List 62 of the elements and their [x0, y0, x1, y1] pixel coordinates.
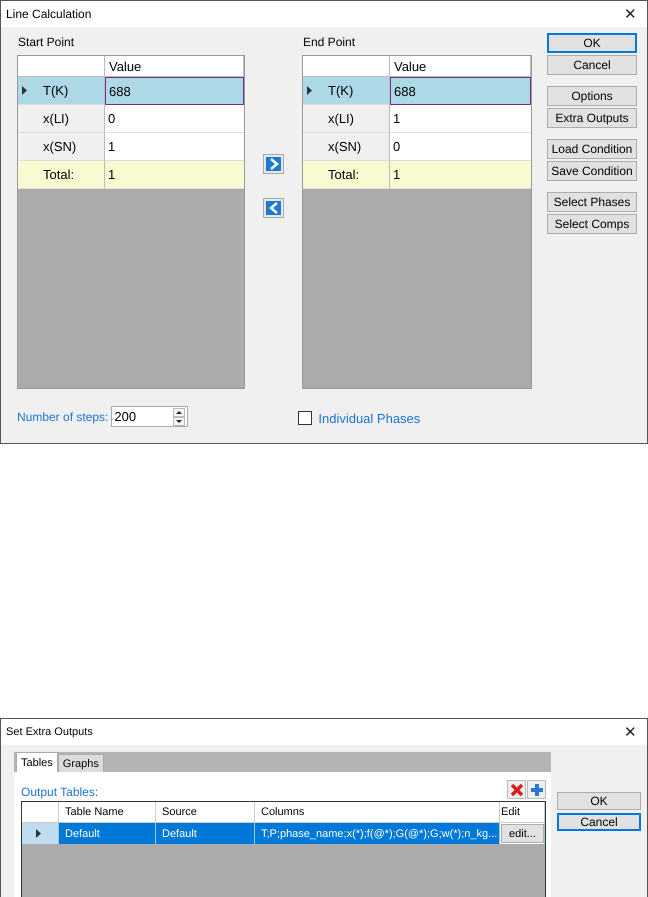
value-cell[interactable]: 1 [390, 105, 531, 133]
row-indicator-icon [22, 86, 27, 95]
tab[interactable]: Tables [16, 752, 58, 772]
close-button[interactable]: ✕ [624, 723, 637, 741]
grid-row[interactable]: Total: 1 [303, 161, 531, 189]
grid-row[interactable]: x(SN) 0 [303, 133, 531, 161]
dialog-button[interactable]: Save Condition [547, 161, 637, 181]
row-label: x(SN) [43, 139, 76, 154]
dialog-button[interactable]: Extra Outputs [547, 108, 637, 128]
delete-button[interactable] [507, 780, 526, 799]
tab[interactable]: Graphs [58, 754, 104, 772]
table-row[interactable]: Default Default T;P;phase_name;x(*);f(@*);G(@*);G;w(*);n_kg... edit... [22, 823, 545, 844]
grid-row[interactable]: Total: 1 [18, 161, 244, 189]
row-label: x(LI) [43, 111, 69, 126]
row-label: Total: [328, 167, 360, 182]
value-cell[interactable]: 688 [105, 77, 244, 105]
dialog-button[interactable]: Select Comps [547, 214, 637, 234]
value-cell[interactable]: 688 [390, 77, 531, 105]
chevron-left-icon [268, 202, 280, 214]
steps-label: Number of steps: [17, 410, 108, 424]
row-indicator-icon [307, 86, 312, 95]
dialog-button[interactable]: Load Condition [547, 139, 637, 159]
table-cell: T;P;phase_name;x(*);f(@*);G(@*);G;w(*);n_kg... [255, 823, 500, 844]
grid-row[interactable]: x(LI) 0 [18, 105, 244, 133]
section-label: Output Tables: [21, 785, 98, 799]
dialog-button[interactable]: Select Phases [547, 192, 637, 212]
row-label: Total: [43, 167, 74, 182]
checkbox[interactable] [298, 411, 312, 425]
table-cell: Default [59, 823, 156, 844]
edit-button[interactable]: edit... [501, 824, 544, 843]
dialog-button[interactable]: Cancel [547, 55, 637, 75]
row-indicator-icon [36, 829, 41, 838]
dialog-button[interactable]: OK [557, 792, 641, 810]
grid-row[interactable]: x(LI) 1 [303, 105, 531, 133]
row-label: T(K) [328, 83, 354, 98]
grid-row[interactable]: T(K) 688 [18, 77, 244, 105]
arrow-right-button[interactable] [263, 154, 284, 174]
arrow-left-button[interactable] [263, 198, 284, 218]
grid-title: Start Point [17, 35, 76, 51]
row-label: x(SN) [328, 139, 362, 154]
spin-arrows-icon [173, 408, 186, 426]
window-title: Line Calculation [6, 7, 92, 21]
value-cell[interactable]: 1 [105, 133, 244, 161]
grid-row[interactable]: x(SN) 1 [18, 133, 244, 161]
checkbox-label: Individual Phases [318, 410, 420, 426]
value-cell[interactable]: 0 [390, 133, 531, 161]
value-cell[interactable]: 0 [105, 105, 244, 133]
add-button[interactable] [527, 780, 546, 799]
row-label: x(LI) [328, 111, 354, 126]
dialog-button[interactable]: Cancel [557, 813, 641, 831]
table-cell: Default [156, 823, 255, 844]
steps-spinner[interactable]: 200 [111, 406, 188, 427]
dialog-button[interactable]: OK [547, 33, 637, 53]
close-button[interactable]: ✕ [624, 5, 637, 23]
window-title: Set Extra Outputs [6, 726, 93, 738]
dialog-button[interactable]: Options [547, 86, 637, 106]
value-cell[interactable]: 1 [105, 161, 244, 189]
grid-row[interactable]: T(K) 688 [303, 77, 531, 105]
value-cell[interactable]: 1 [390, 161, 531, 189]
grid-title: End Point [302, 35, 356, 51]
chevron-right-icon [268, 158, 280, 170]
row-label: T(K) [43, 83, 68, 98]
